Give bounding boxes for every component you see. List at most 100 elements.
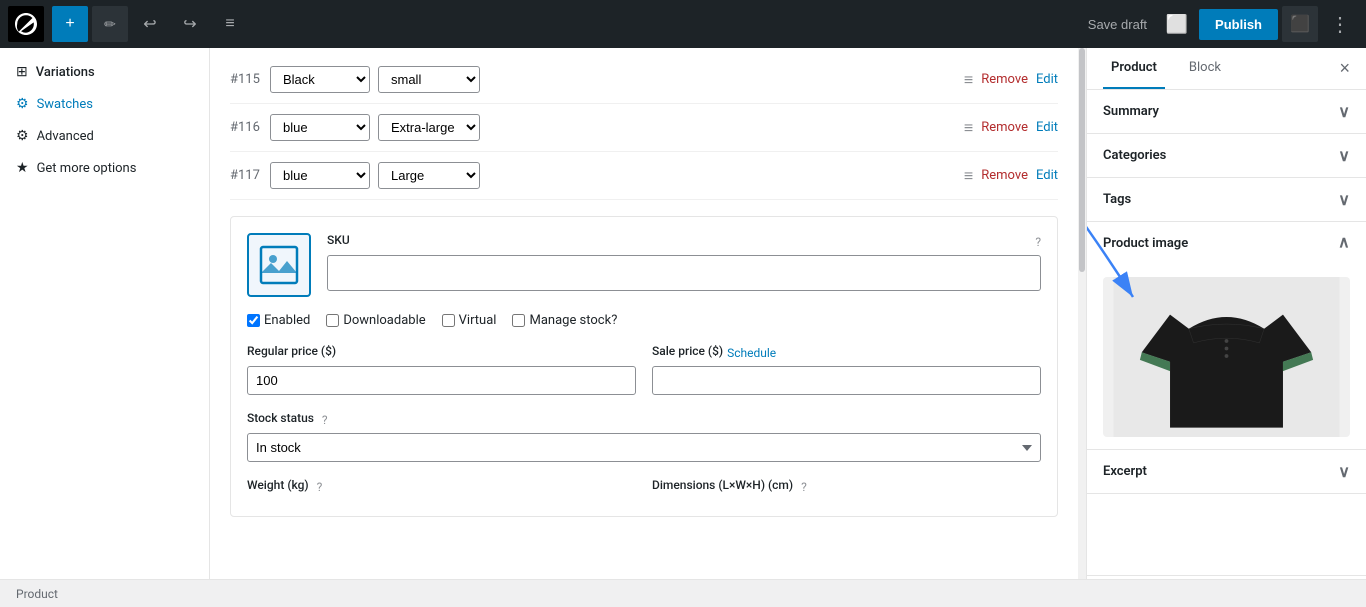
redo-icon: ↪ (183, 14, 196, 34)
content-scroll-thumb[interactable] (1079, 48, 1085, 272)
virtual-checkbox[interactable] (442, 314, 455, 327)
variation-image-placeholder[interactable] (247, 233, 311, 297)
price-row: Regular price ($) Sale price ($) Schedul… (247, 344, 1041, 395)
redo-button[interactable]: ↪ (172, 6, 208, 42)
product-image-section-header[interactable]: Product image ∨ (1087, 222, 1366, 265)
panel-section-categories: Categories ∨ (1087, 134, 1366, 178)
edit-icon: ✏ (104, 16, 116, 33)
plus-icon: + (65, 15, 74, 33)
drag-handle-115[interactable]: ≡ (964, 70, 973, 90)
content-area: #115 Black blue small medium large Extra… (210, 48, 1078, 607)
list-view-button[interactable]: ≡ (212, 6, 248, 42)
downloadable-checkbox-label[interactable]: Downloadable (326, 313, 425, 328)
product-image-chevron-icon: ∨ (1338, 234, 1350, 253)
get-more-icon: ★ (16, 160, 29, 176)
sale-price-label: Sale price ($) (652, 344, 723, 358)
panel-section-tags: Tags ∨ (1087, 178, 1366, 222)
stock-status-select[interactable]: In stock Out of stock On backorder (247, 433, 1041, 462)
variation-form: SKU ? Enabled Downloadable (230, 216, 1058, 517)
variation-size-select-115[interactable]: small medium large Extra-large (378, 66, 480, 93)
excerpt-section-header[interactable]: Excerpt ∨ (1087, 450, 1366, 493)
variation-num-115: #115 (230, 72, 262, 87)
monitor-button[interactable]: ⬜ (1159, 6, 1195, 42)
dimensions-field: Dimensions (L×W×H) (cm) ? (652, 478, 1041, 500)
panel-close-button[interactable]: × (1339, 48, 1350, 89)
sidebar: ⊞ Variations ⚙ Swatches ⚙ Advanced ★ Get… (0, 48, 210, 607)
excerpt-chevron-icon: ∨ (1338, 462, 1350, 481)
product-image-container[interactable] (1103, 277, 1350, 437)
categories-chevron-icon: ∨ (1338, 146, 1350, 165)
categories-label: Categories (1103, 148, 1166, 163)
enabled-checkbox[interactable] (247, 314, 260, 327)
virtual-label: Virtual (459, 313, 497, 328)
drag-handle-117[interactable]: ≡ (964, 166, 973, 186)
edit-button[interactable]: ✏ (92, 6, 128, 42)
wp-logo (8, 6, 44, 42)
stock-status-help-icon[interactable]: ? (322, 413, 328, 427)
add-block-button[interactable]: + (52, 6, 88, 42)
settings-button[interactable]: ⬛ (1282, 6, 1318, 42)
variation-num-117: #117 (230, 168, 262, 183)
variation-color-select-115[interactable]: Black blue (270, 66, 370, 93)
categories-section-header[interactable]: Categories ∨ (1087, 134, 1366, 177)
sidebar-advanced-label: Advanced (37, 129, 94, 144)
drag-handle-116[interactable]: ≡ (964, 118, 973, 138)
remove-link-115[interactable]: Remove (981, 72, 1028, 87)
tab-product[interactable]: Product (1103, 48, 1165, 89)
sidebar-item-variations[interactable]: ⊞ Variations (0, 56, 209, 88)
stock-status-section: Stock status ? In stock Out of stock On … (247, 411, 1041, 462)
sidebar-item-swatches[interactable]: ⚙ Swatches (0, 88, 209, 120)
sidebar-item-get-more[interactable]: ★ Get more options (0, 152, 209, 184)
excerpt-label: Excerpt (1103, 464, 1147, 479)
variation-size-select-116[interactable]: small medium large Extra-large (378, 114, 480, 141)
variations-icon: ⊞ (16, 64, 28, 80)
remove-link-116[interactable]: Remove (981, 120, 1028, 135)
edit-link-117[interactable]: Edit (1036, 168, 1058, 183)
regular-price-input[interactable] (247, 366, 636, 395)
variation-num-116: #116 (230, 120, 262, 135)
edit-link-115[interactable]: Edit (1036, 72, 1058, 87)
regular-price-label: Regular price ($) (247, 344, 336, 358)
summary-label: Summary (1103, 104, 1159, 119)
sku-input[interactable] (327, 255, 1041, 291)
manage-stock-checkbox[interactable] (512, 314, 525, 327)
enabled-checkbox-label[interactable]: Enabled (247, 313, 310, 328)
panel-section-summary: Summary ∨ (1087, 90, 1366, 134)
save-draft-button[interactable]: Save draft (1080, 17, 1155, 32)
variation-color-select-116[interactable]: Black blue (270, 114, 370, 141)
tags-section-header[interactable]: Tags ∨ (1087, 178, 1366, 221)
sidebar-swatches-label: Swatches (37, 97, 93, 112)
image-sku-row: SKU ? (247, 233, 1041, 297)
variation-color-select-117[interactable]: Black blue (270, 162, 370, 189)
sale-price-input[interactable] (652, 366, 1041, 395)
weight-label: Weight (kg) (247, 478, 309, 492)
schedule-link[interactable]: Schedule (727, 346, 776, 360)
variation-size-select-117[interactable]: small medium Large Extra-large (378, 162, 480, 189)
sku-help-icon[interactable]: ? (1035, 235, 1041, 249)
tab-block[interactable]: Block (1181, 48, 1229, 89)
publish-button[interactable]: Publish (1199, 9, 1278, 40)
monitor-icon: ⬜ (1166, 14, 1188, 35)
sale-price-field: Sale price ($) Schedule (652, 344, 1041, 395)
downloadable-label: Downloadable (343, 313, 425, 328)
settings-icon: ⬛ (1290, 14, 1310, 34)
weight-help-icon[interactable]: ? (317, 480, 323, 494)
right-panel: Product Block × Summary ∨ Categories ∨ T… (1086, 48, 1366, 607)
virtual-checkbox-label[interactable]: Virtual (442, 313, 497, 328)
content-scrollbar[interactable] (1078, 48, 1086, 607)
summary-section-header[interactable]: Summary ∨ (1087, 90, 1366, 133)
manage-stock-checkbox-label[interactable]: Manage stock? (512, 313, 617, 328)
panel-section-excerpt: Excerpt ∨ (1087, 450, 1366, 494)
tags-chevron-icon: ∨ (1338, 190, 1350, 209)
edit-link-116[interactable]: Edit (1036, 120, 1058, 135)
product-image-label: Product image (1103, 236, 1188, 251)
downloadable-checkbox[interactable] (326, 314, 339, 327)
remove-link-117[interactable]: Remove (981, 168, 1028, 183)
dimensions-help-icon[interactable]: ? (801, 480, 807, 494)
sidebar-item-advanced[interactable]: ⚙ Advanced (0, 120, 209, 152)
undo-button[interactable]: ↩ (132, 6, 168, 42)
main-layout: ⊞ Variations ⚙ Swatches ⚙ Advanced ★ Get… (0, 48, 1366, 607)
stock-status-label: Stock status (247, 411, 314, 425)
enabled-label: Enabled (264, 313, 310, 328)
more-options-button[interactable]: ⋮ (1322, 6, 1358, 42)
